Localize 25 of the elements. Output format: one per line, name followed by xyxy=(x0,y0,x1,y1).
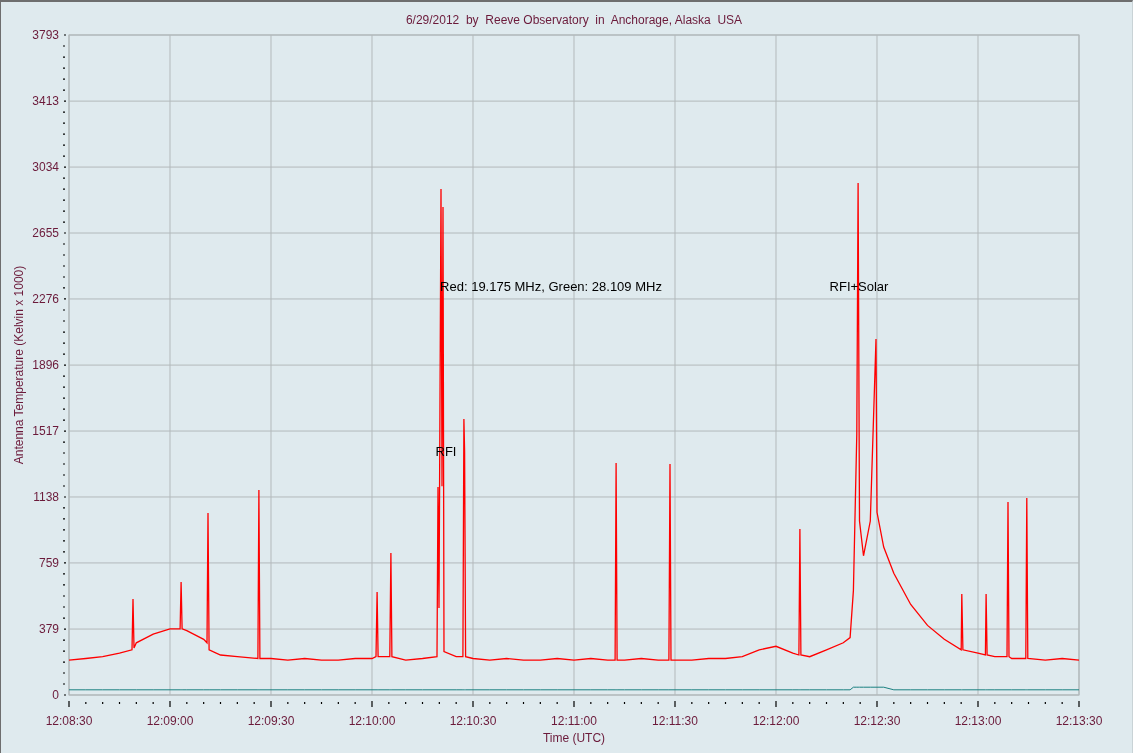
axis-tick-label: 12:09:30 xyxy=(247,714,295,728)
chart-title: 6/29/2012 by Reeve Observatory in Anchorage, Alaska USA xyxy=(405,13,743,27)
axis-tick-label: 12:12:00 xyxy=(752,714,800,728)
axis-title: Antenna Temperature (Kelvin x 1000) xyxy=(12,265,26,465)
axis-tick-label: 12:10:00 xyxy=(348,714,396,728)
axis-tick-label: 12:10:30 xyxy=(449,714,497,728)
axis-tick-label: 3413 xyxy=(32,94,59,109)
axis-tick-label: 2655 xyxy=(32,226,59,240)
axis-tick-label: 379 xyxy=(38,622,59,637)
axis-title: Time (UTC) xyxy=(542,731,606,745)
axis-tick-label: 12:11:30 xyxy=(652,714,698,728)
axis-tick-label: 0 xyxy=(52,688,59,702)
axis-tick-label: 2276 xyxy=(32,291,59,306)
axis-tick-label: 1138 xyxy=(33,490,59,504)
axis-tick-label: 12:08:30 xyxy=(45,714,93,728)
axis-tick-label: 12:13:30 xyxy=(1055,714,1103,728)
axis-tick-label: 12:12:30 xyxy=(853,714,901,728)
axis-tick-label: 12:09:00 xyxy=(146,714,194,728)
axis-tick-label: 1896 xyxy=(32,358,59,373)
axis-tick-label: 12:11:00 xyxy=(551,714,597,728)
axis-tick-label: 1517 xyxy=(32,424,59,439)
axis-tick-label: 3793 xyxy=(32,28,59,42)
axis-tick-label: 759 xyxy=(38,555,59,570)
axis-tick-label: 3034 xyxy=(32,160,59,175)
axis-tick-label: 12:13:00 xyxy=(954,714,1002,728)
